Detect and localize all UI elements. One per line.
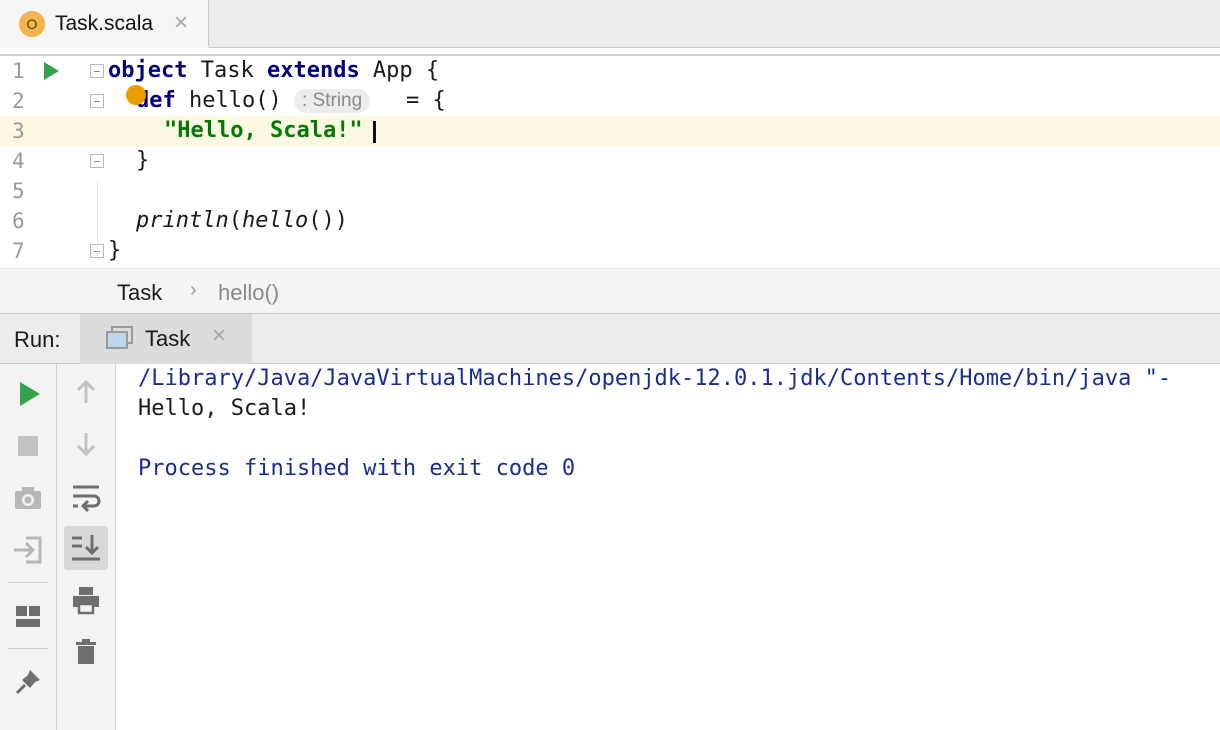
code-text: println(hello())	[136, 208, 348, 233]
fold-end-icon[interactable]	[90, 154, 104, 168]
fold-guide	[97, 181, 98, 261]
console-output[interactable]: /Library/Java/JavaVirtualMachines/openjd…	[117, 364, 1220, 730]
code-text: }	[108, 238, 122, 263]
code-line-5[interactable]: 5	[0, 176, 1220, 206]
layout-icon	[16, 606, 40, 627]
code-line-1[interactable]: 1 object Task extends App {	[0, 56, 1220, 86]
line-number: 1	[12, 59, 25, 83]
line-number: 6	[12, 209, 25, 233]
pin-tab-button[interactable]	[8, 662, 48, 702]
console-exit-status: Process finished with exit code 0	[138, 456, 576, 481]
print-button[interactable]	[66, 580, 106, 620]
tab-task-scala[interactable]: O Task.scala ×	[0, 0, 209, 48]
code-text: }	[136, 148, 150, 173]
text-caret	[373, 121, 376, 143]
run-tab-close-icon[interactable]: ×	[212, 322, 226, 350]
trash-icon	[76, 639, 96, 664]
restore-layout-button[interactable]	[8, 530, 48, 570]
soft-wrap-button[interactable]	[66, 476, 106, 516]
previous-occurrence-button[interactable]	[66, 372, 106, 412]
line-number: 2	[12, 89, 25, 113]
run-toolwindow-header: Run: Task ×	[0, 314, 1220, 364]
pin-icon	[15, 670, 40, 695]
code-line-4[interactable]: 4 }	[0, 146, 1220, 176]
clear-all-button[interactable]	[66, 632, 106, 672]
run-gutter-icon[interactable]	[44, 62, 59, 80]
print-icon	[73, 587, 99, 615]
rerun-icon	[20, 382, 40, 406]
tab-title: Task.scala	[55, 12, 154, 35]
scroll-to-end-button[interactable]	[64, 526, 108, 570]
run-toolbar-primary	[0, 364, 57, 730]
code-editor[interactable]: 1 object Task extends App { 2 def hello(…	[0, 56, 1220, 268]
rerun-button[interactable]	[8, 374, 48, 414]
run-label: Run:	[14, 327, 61, 352]
console-icon	[106, 326, 133, 349]
line-number: 4	[12, 149, 25, 173]
stop-button[interactable]	[8, 426, 48, 466]
breadcrumb-item-task[interactable]: Task	[117, 280, 162, 306]
code-text: def hello()	[136, 88, 282, 113]
tab-close-icon[interactable]: ×	[174, 9, 188, 37]
code-line-7[interactable]: 7 }	[0, 236, 1220, 266]
login-icon	[14, 536, 42, 564]
layout-button[interactable]	[8, 596, 48, 636]
editor-tab-bar: O Task.scala ×	[0, 0, 1220, 48]
next-occurrence-button[interactable]	[66, 424, 106, 464]
scroll-to-end-icon	[72, 535, 100, 561]
code-text: = {	[406, 88, 446, 113]
code-line-2[interactable]: 2 def hello() : String = {	[0, 86, 1220, 116]
toolbar-separator	[8, 648, 48, 649]
stop-icon	[18, 436, 38, 456]
fold-marker-icon[interactable]	[90, 64, 104, 78]
code-line-6[interactable]: 6 println(hello())	[0, 206, 1220, 236]
arrow-up-icon	[76, 379, 96, 403]
fold-marker-icon[interactable]	[90, 94, 104, 108]
line-number: 5	[12, 179, 25, 203]
camera-icon	[15, 487, 41, 509]
console-command-line: /Library/Java/JavaVirtualMachines/openjd…	[138, 366, 1172, 391]
line-number: 7	[12, 239, 25, 263]
type-hint: : String	[294, 89, 371, 113]
code-text: "Hello, Scala!"	[164, 118, 363, 143]
scala-object-icon: O	[19, 11, 45, 37]
run-tab-title: Task	[145, 326, 191, 351]
intention-bulb-icon[interactable]	[126, 85, 146, 105]
code-text: object Task extends App {	[108, 58, 440, 83]
breadcrumb-item-hello[interactable]: hello()	[218, 280, 279, 306]
run-toolbar-secondary	[57, 364, 116, 730]
code-line-3[interactable]: 3 "Hello, Scala!"	[0, 116, 1220, 146]
breadcrumb: Task › hello()	[0, 268, 1220, 314]
breadcrumb-separator-icon: ›	[190, 279, 197, 301]
line-number: 3	[12, 119, 25, 143]
arrow-down-icon	[76, 433, 96, 457]
dump-threads-button[interactable]	[8, 478, 48, 518]
soft-wrap-icon	[73, 485, 101, 513]
toolbar-separator	[8, 582, 48, 583]
console-stdout-line: Hello, Scala!	[138, 396, 311, 421]
